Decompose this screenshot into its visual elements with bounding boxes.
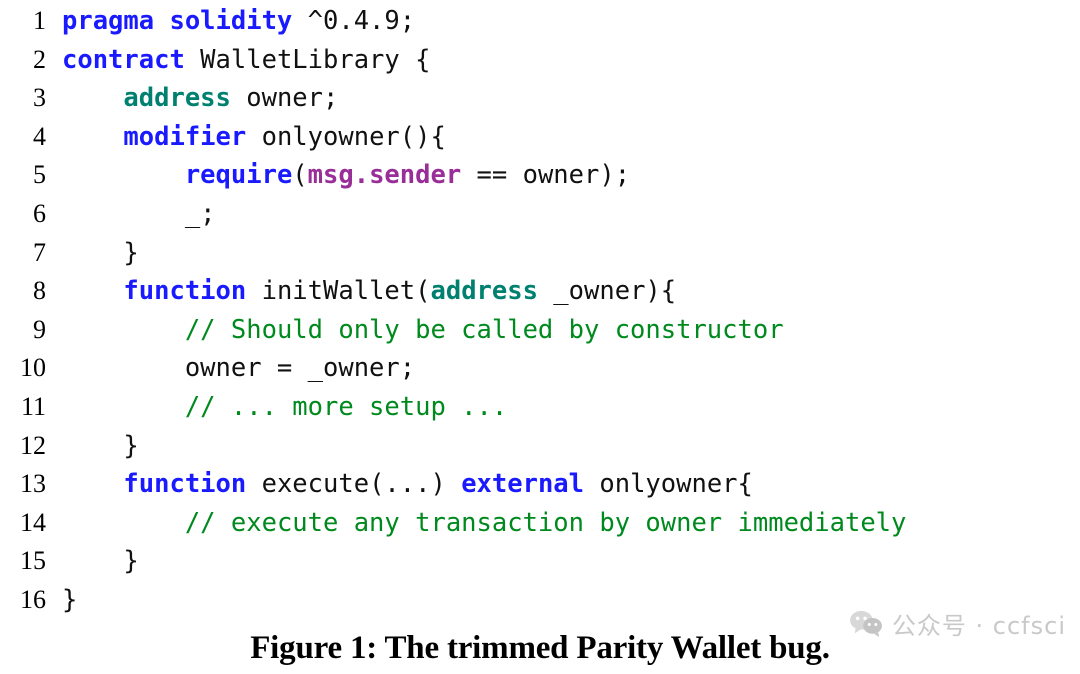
line-code: // execute any transaction by owner imme… bbox=[62, 504, 1080, 543]
line-code: } bbox=[62, 542, 1080, 581]
code-line: 3 address owner; bbox=[0, 79, 1080, 118]
line-number: 8 bbox=[33, 276, 46, 306]
code-token: contract bbox=[62, 44, 185, 75]
code-token: external bbox=[461, 469, 585, 500]
code-token: // execute any transaction by owner imme… bbox=[184, 507, 907, 538]
line-code: pragma solidity ^0.4.9; bbox=[62, 2, 1080, 41]
line-number: 15 bbox=[20, 546, 46, 576]
code-line: 16} bbox=[0, 581, 1080, 620]
code-token: owner = _owner; bbox=[62, 353, 416, 384]
figure-caption: Figure 1: The trimmed Parity Wallet bug. bbox=[250, 630, 830, 666]
code-token: require bbox=[184, 160, 293, 191]
code-line: 7 } bbox=[0, 234, 1080, 273]
line-number: 13 bbox=[20, 469, 46, 499]
code-token: onlyowner{ bbox=[584, 469, 753, 500]
code-token: execute(...) bbox=[246, 469, 462, 500]
code-token: } bbox=[62, 546, 139, 577]
line-number: 7 bbox=[33, 237, 46, 267]
code-token: modifier bbox=[123, 121, 247, 152]
line-code: owner = _owner; bbox=[62, 349, 1080, 388]
line-code: _; bbox=[62, 195, 1080, 234]
line-number: 1 bbox=[33, 6, 46, 35]
code-line: 15 } bbox=[0, 542, 1080, 581]
code-token: } bbox=[62, 584, 78, 615]
code-line: 14 // execute any transaction by owner i… bbox=[0, 504, 1080, 543]
line-number: 9 bbox=[33, 314, 46, 344]
code-token: address bbox=[430, 276, 538, 307]
line-code: } bbox=[62, 234, 1080, 273]
code-line: 2 contract WalletLibrary { bbox=[0, 41, 1080, 80]
code-token: WalletLibrary { bbox=[184, 44, 431, 75]
code-line: 11 // ... more setup ... bbox=[0, 388, 1080, 427]
line-code: } bbox=[62, 427, 1080, 466]
code-token: address bbox=[123, 83, 231, 114]
line-code: require(msg.sender == owner); bbox=[62, 156, 1080, 195]
line-number: 3 bbox=[33, 83, 46, 113]
code-token: msg.sender bbox=[307, 160, 462, 191]
line-code: function initWallet(address _owner){ bbox=[62, 272, 1080, 311]
line-code: contract WalletLibrary { bbox=[62, 41, 1080, 80]
line-number: 14 bbox=[20, 507, 46, 537]
code-token: _owner){ bbox=[537, 276, 677, 307]
code-line: 9 // Should only be called by constructo… bbox=[0, 311, 1080, 350]
code-line: 5 require(msg.sender == owner); bbox=[0, 156, 1080, 195]
code-line: 12 } bbox=[0, 427, 1080, 466]
code-listing: 1 pragma solidity ^0.4.9; 2 contract Wallet… bbox=[0, 2, 1080, 620]
line-code: } bbox=[62, 581, 1080, 620]
code-token: pragma solidity bbox=[62, 6, 293, 36]
code-line: 13 function execute(...) external onlyow… bbox=[0, 465, 1080, 504]
code-line: 6 _; bbox=[0, 195, 1080, 234]
figure-container: 1 pragma solidity ^0.4.9; 2 contract Wallet… bbox=[0, 0, 1080, 674]
code-token: } bbox=[62, 430, 139, 461]
code-token: ^0.4.9; bbox=[292, 6, 416, 36]
code-line: 8 function initWallet(address _owner){ bbox=[0, 272, 1080, 311]
line-number: 11 bbox=[20, 391, 46, 421]
code-token: // ... more setup ... bbox=[184, 391, 508, 422]
line-number: 16 bbox=[20, 584, 46, 614]
code-token: } bbox=[62, 237, 139, 268]
line-code: address owner; bbox=[62, 79, 1080, 118]
line-number: 2 bbox=[33, 44, 46, 74]
line-number: 6 bbox=[33, 198, 46, 228]
line-code: // Should only be called by constructor bbox=[62, 311, 1080, 350]
code-token: function bbox=[123, 276, 247, 307]
line-number: 12 bbox=[20, 430, 46, 460]
code-token: function bbox=[123, 469, 247, 500]
line-code: function execute(...) external onlyowner… bbox=[62, 465, 1080, 504]
line-number: 4 bbox=[33, 121, 46, 151]
code-token: ( bbox=[292, 160, 308, 191]
code-token: // Should only be called by constructor bbox=[184, 314, 784, 345]
code-token: == owner); bbox=[461, 160, 631, 191]
code-line: 4 modifier onlyowner(){ bbox=[0, 118, 1080, 157]
line-number: 10 bbox=[20, 353, 46, 383]
line-code: // ... more setup ... bbox=[62, 388, 1080, 427]
code-line: 1 pragma solidity ^0.4.9; bbox=[0, 2, 1080, 41]
code-line: 10 owner = _owner; bbox=[0, 349, 1080, 388]
line-number: 5 bbox=[33, 160, 46, 190]
code-token: onlyowner(){ bbox=[246, 121, 446, 152]
code-token: owner; bbox=[230, 83, 339, 114]
code-token: initWallet( bbox=[246, 276, 431, 307]
code-token: _; bbox=[62, 198, 216, 229]
line-code: modifier onlyowner(){ bbox=[62, 118, 1080, 157]
